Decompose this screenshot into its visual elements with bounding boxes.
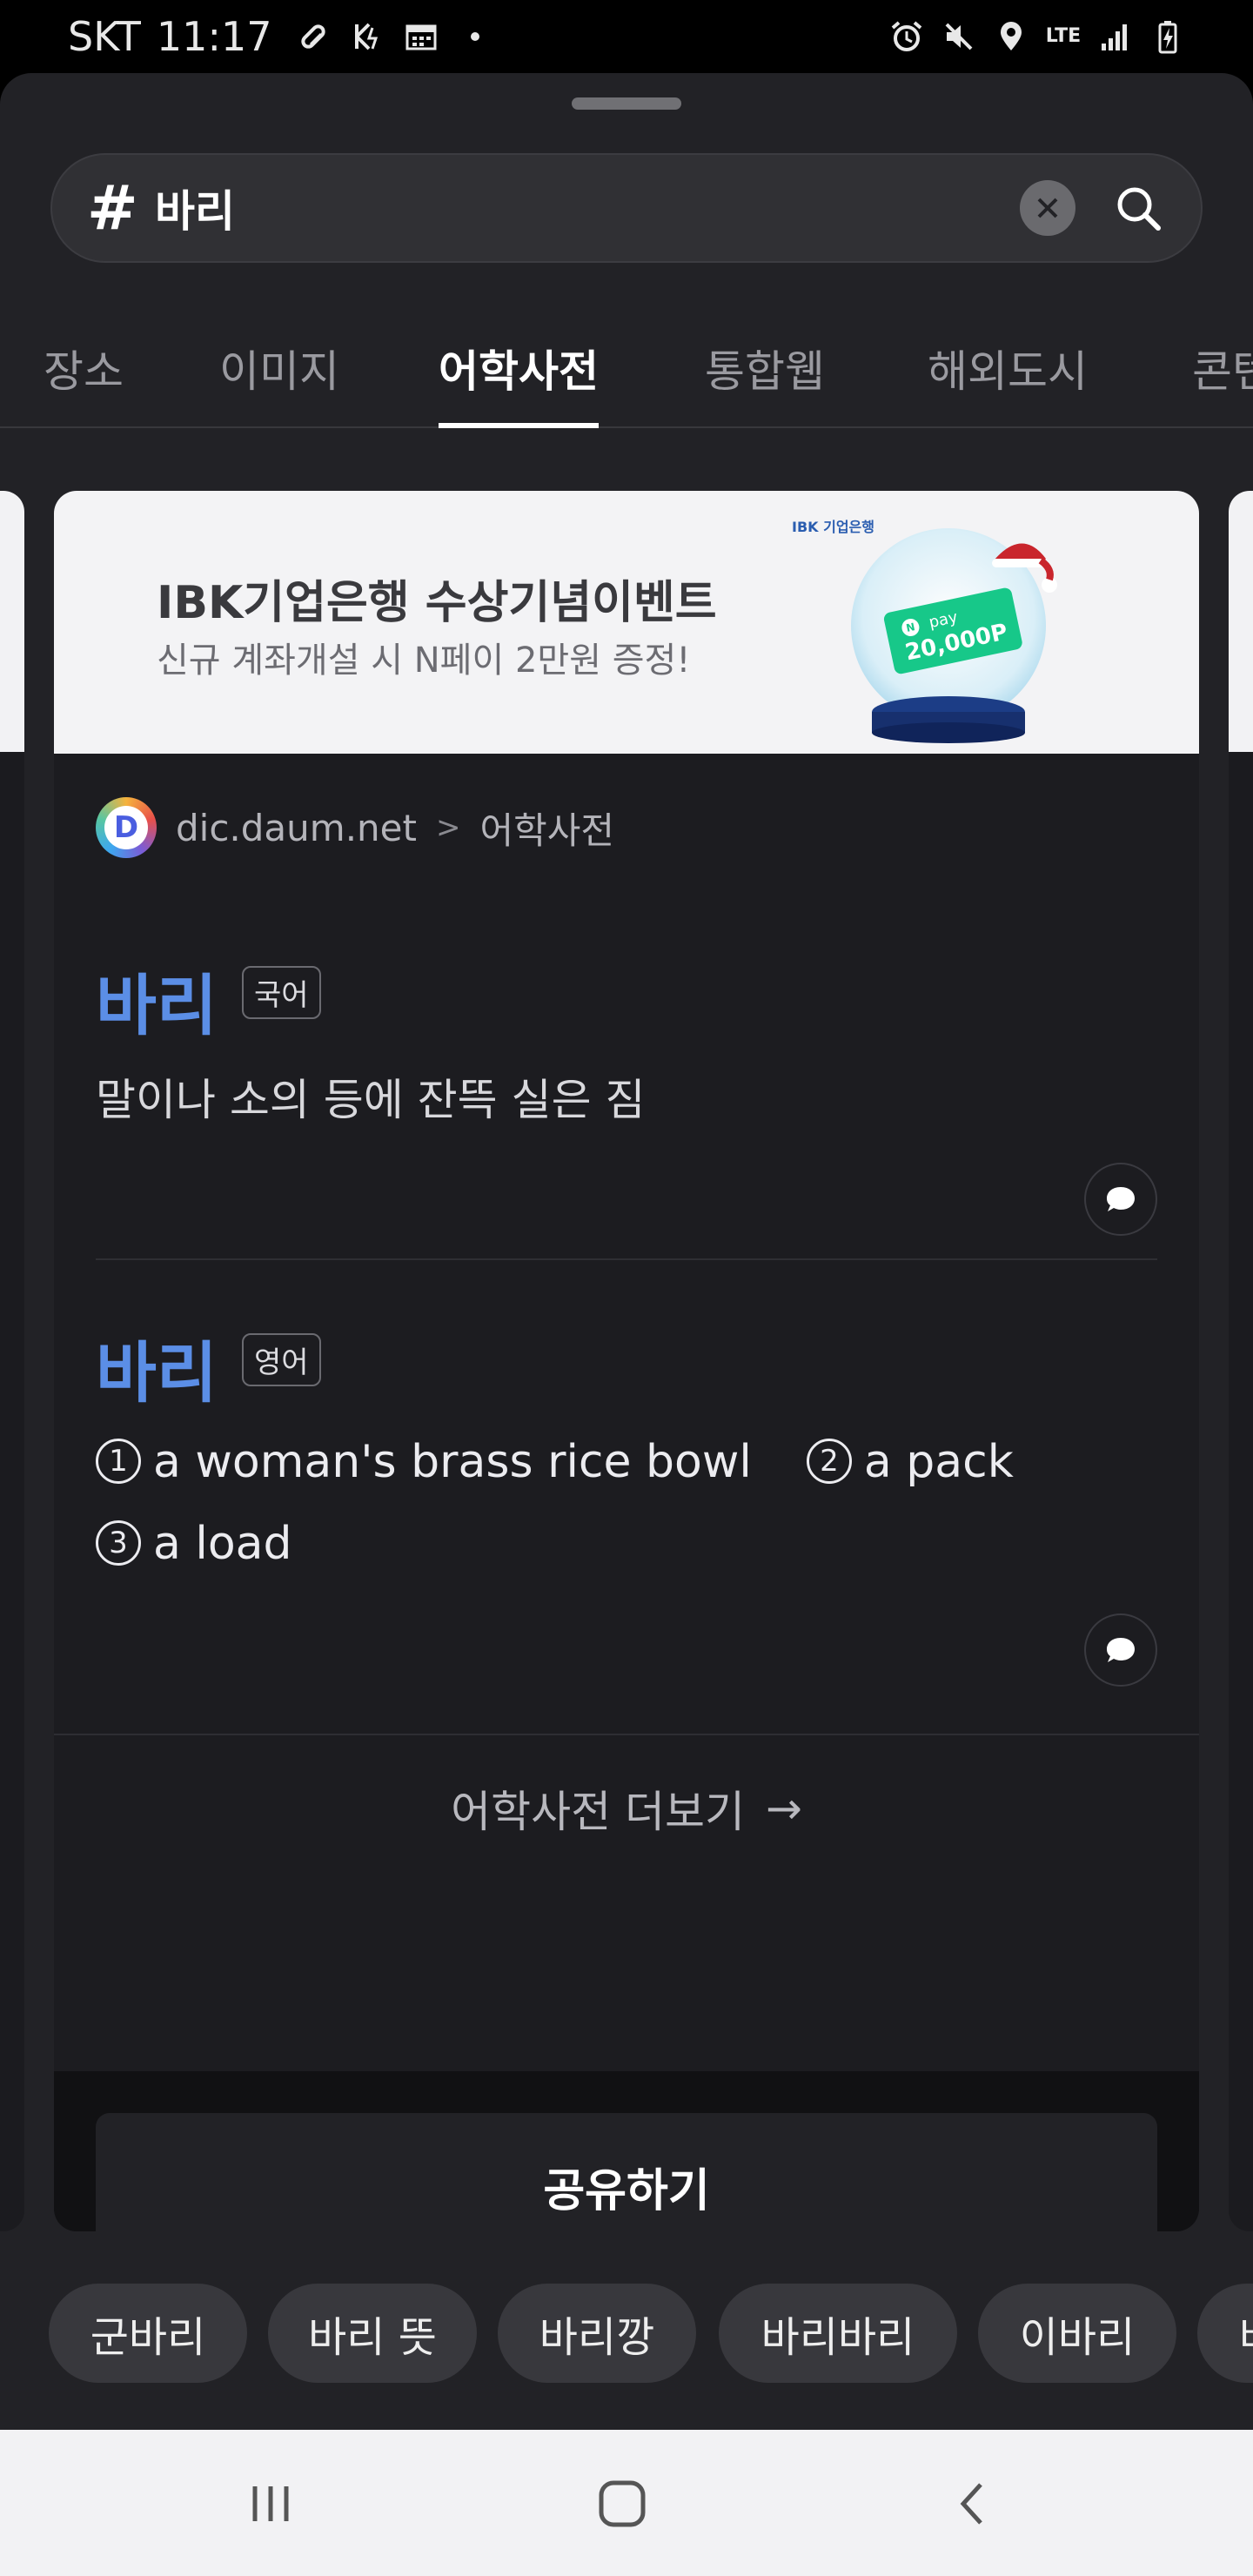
definition-text: a woman's brass rice bowl — [153, 1436, 752, 1488]
language-tag: 영어 — [242, 1333, 321, 1386]
dot-icon — [458, 19, 492, 54]
tab-dictionary[interactable]: 어학사전 — [439, 308, 599, 428]
home-icon — [599, 2480, 646, 2527]
more-dictionary-link[interactable]: 어학사전 더보기 → — [54, 1734, 1199, 1882]
definition-text: a pack — [863, 1436, 1014, 1488]
definition-number: 2 — [806, 1439, 852, 1484]
entry-definition: 말이나 소의 등에 잔뜩 실은 짐 — [96, 1075, 646, 1125]
tab-places[interactable]: 장소 — [44, 308, 124, 428]
lte-icon: LTE — [1045, 25, 1082, 47]
chevron-right-icon: > — [435, 810, 461, 845]
data-saver-icon — [350, 19, 385, 54]
comment-icon — [1107, 1638, 1135, 1662]
battery-charging-icon — [1150, 19, 1185, 54]
status-left: SKT 11:17 — [68, 13, 492, 60]
home-button[interactable] — [583, 2465, 661, 2543]
search-icon — [1117, 187, 1161, 231]
search-bar[interactable]: # 바리 — [50, 153, 1203, 263]
recent-apps-icon — [252, 2486, 289, 2521]
search-input[interactable]: 바리 — [155, 177, 1020, 239]
clock: 11:17 — [156, 13, 272, 60]
entry-word[interactable]: 바리 — [96, 952, 218, 1048]
carrier-label: SKT — [68, 13, 141, 60]
notification-icons — [296, 19, 492, 54]
comment-button[interactable] — [1084, 1613, 1157, 1687]
related-chip[interactable]: 바리바리 — [719, 2284, 957, 2383]
banner-subtitle: 신규 계좌개설 시 N페이 2만원 증정! — [157, 641, 691, 681]
close-icon — [1037, 198, 1058, 218]
alarm-icon — [889, 19, 924, 54]
tab-web[interactable]: 통합웹 — [705, 308, 825, 428]
clear-button[interactable] — [1020, 180, 1075, 236]
definition-text: a load — [153, 1518, 292, 1570]
location-icon — [994, 19, 1029, 54]
next-card-peek[interactable] — [1229, 491, 1253, 2231]
related-chip[interactable]: 이바리 — [978, 2284, 1176, 2383]
related-searches: 군바리 바리 뜻 바리깡 바리바리 이바리 바 — [0, 2284, 1253, 2386]
related-chip[interactable]: 바리깡 — [498, 2284, 696, 2383]
share-button[interactable]: 공유하기 — [96, 2113, 1157, 2231]
source-section: 어학사전 — [479, 808, 615, 852]
language-tag: 국어 — [242, 966, 321, 1019]
entry-word[interactable]: 바리 — [96, 1319, 218, 1415]
definition-number: 3 — [96, 1520, 141, 1566]
drag-handle[interactable] — [572, 97, 681, 110]
entry-divider — [96, 1258, 1157, 1260]
comment-button[interactable] — [1084, 1163, 1157, 1236]
ad-banner[interactable]: IBK기업은행 수상기념이벤트 신규 계좌개설 시 N페이 2만원 증정! IB… — [54, 491, 1199, 754]
related-chip[interactable]: 군바리 — [49, 2284, 247, 2383]
tab-contents[interactable]: 콘텐 — [1192, 308, 1253, 428]
hashtag-symbol: # — [87, 172, 138, 244]
search-button[interactable] — [1110, 180, 1166, 236]
pill-icon — [296, 19, 331, 54]
source-link[interactable]: D dic.daum.net > 어학사전 — [96, 797, 614, 858]
previous-card-peek[interactable] — [0, 491, 24, 2231]
navigation-bar — [0, 2430, 1253, 2576]
share-area: 공유하기 — [54, 2071, 1199, 2231]
status-bar: SKT 11:17 LTE — [0, 0, 1253, 73]
recent-apps-button[interactable] — [231, 2465, 310, 2543]
signal-icon — [1098, 19, 1133, 54]
banner-title: IBK기업은행 수상기념이벤트 — [157, 577, 717, 629]
related-chip[interactable]: 바리 뜻 — [268, 2284, 477, 2383]
arrow-right-icon: → — [766, 1783, 802, 1834]
definition-line: 3 a load — [96, 1518, 292, 1570]
back-icon — [960, 2483, 982, 2525]
source-domain: dic.daum.net — [176, 806, 417, 849]
bottom-sheet: # 바리 장소 이미지 어학사전 통합웹 해외도시 콘텐 IBK기업은행 수상기… — [0, 73, 1253, 2430]
daum-logo-icon: D — [96, 797, 157, 858]
comment-icon — [1107, 1187, 1135, 1211]
tab-images[interactable]: 이미지 — [219, 308, 339, 428]
dictionary-card: IBK기업은행 수상기념이벤트 신규 계좌개설 시 N페이 2만원 증정! IB… — [54, 491, 1199, 2231]
tab-overseas-city[interactable]: 해외도시 — [928, 308, 1088, 428]
related-chip[interactable]: 바 — [1197, 2284, 1253, 2383]
calendar-icon — [404, 19, 439, 54]
more-label: 어학사전 더보기 — [451, 1787, 745, 1837]
status-right: LTE — [889, 19, 1185, 54]
definition-number: 1 — [96, 1439, 141, 1484]
definition-line: 1 a woman's brass rice bowl 2a pack — [96, 1436, 1014, 1488]
category-tabs: 장소 이미지 어학사전 통합웹 해외도시 콘텐 — [0, 308, 1253, 428]
mute-icon — [941, 19, 976, 54]
back-button[interactable] — [935, 2465, 1013, 2543]
snow-globe-illustration: N pay 20,000P — [851, 528, 1057, 743]
